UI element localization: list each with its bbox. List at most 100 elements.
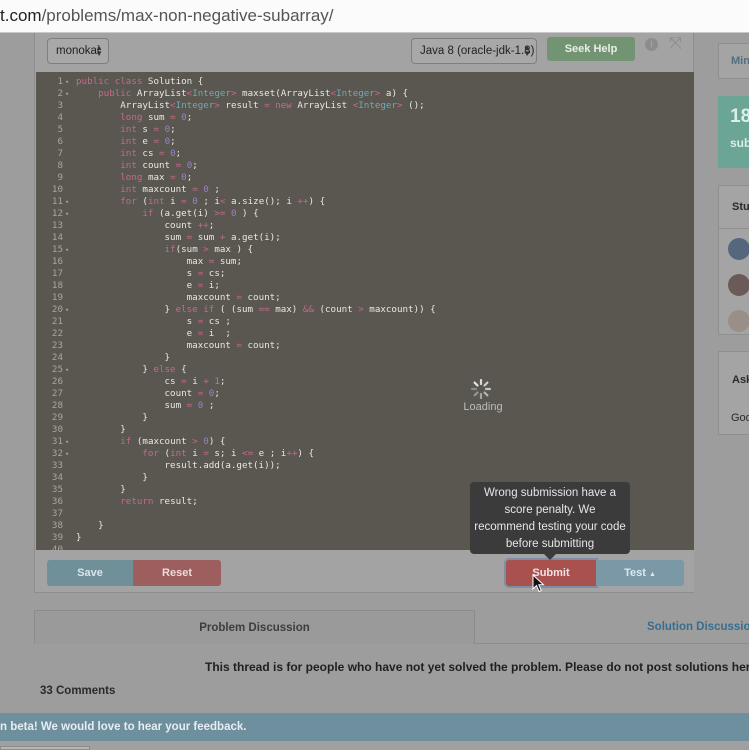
fold-arrow-icon[interactable]: ▾ (65, 196, 69, 208)
line-number: 15 (51, 244, 63, 255)
url-path: /problems/max-non-negative-subarray/ (41, 6, 334, 25)
line-number: 39 (51, 532, 63, 543)
code-text: int s = 0; (120, 124, 176, 135)
line-number: 9 (57, 172, 63, 183)
expand-icon[interactable]: ⤧ (669, 35, 682, 53)
code-line[interactable]: 31 ▾ if (maxcount > 0) { (36, 436, 694, 448)
code-editor[interactable]: 1 ▾ public class Solution {2 ▾ public Array… (36, 72, 694, 550)
line-number: 36 (51, 496, 63, 507)
info-icon[interactable]: i (645, 38, 658, 51)
fold-arrow-icon[interactable]: ▾ (65, 76, 69, 88)
submit-button[interactable]: Submit (506, 560, 596, 586)
code-line[interactable]: 12 ▾ if (a.get(i) >= 0 ) { (36, 208, 694, 220)
code-line[interactable]: 30 } (36, 424, 694, 436)
footer-input[interactable] (0, 746, 90, 750)
line-number: 14 (51, 232, 63, 243)
code-text: count = 0; (76, 388, 220, 399)
fold-arrow-icon[interactable]: ▾ (65, 88, 69, 100)
code-line[interactable]: 24 } (36, 352, 694, 364)
code-line[interactable]: 2 ▾ public ArrayList<Integer> maxset(Arra… (36, 88, 694, 100)
code-text: sum = 0 ; (76, 400, 215, 411)
line-number: 38 (51, 520, 63, 531)
code-text: } (76, 472, 148, 483)
language-select[interactable]: Java 8 (oracle-jdk-1.8) ▲ ▼ (411, 38, 537, 64)
code-line[interactable]: 26 cs = i + 1; (36, 376, 694, 388)
code-line[interactable]: 20 ▾ } else if ( (sum == max) && (count >… (36, 304, 694, 316)
code-line[interactable]: 5 int s = 0; (36, 124, 694, 136)
code-text: cs = i + 1; (76, 376, 226, 387)
reset-button[interactable]: Reset (133, 560, 221, 586)
code-line[interactable]: 33 result.add(a.get(i)); (36, 460, 694, 472)
line-number: 1 (57, 76, 63, 87)
code-text: max = sum; (76, 256, 242, 267)
code-text: e = i ; (76, 328, 231, 339)
code-line[interactable]: 32 ▾ for (int i = s; i <= e ; i++) { (36, 448, 694, 460)
beta-banner-text: n beta! We would love to hear your feedb… (0, 721, 247, 733)
code-line[interactable]: 22 e = i ; (36, 328, 694, 340)
code-line[interactable]: 18 e = i; (36, 280, 694, 292)
line-number: 26 (51, 376, 63, 387)
code-line[interactable]: 6 int e = 0; (36, 136, 694, 148)
browser-url-bar[interactable]: t.com/problems/max-non-negative-subarray… (0, 0, 749, 33)
sidebar-min-label: Min (731, 55, 749, 67)
code-text: public ArrayList<Integer> maxset(ArrayLi… (98, 88, 409, 99)
seek-help-button[interactable]: Seek Help (547, 37, 635, 61)
url-text[interactable]: t.com/problems/max-non-negative-subarray… (0, 6, 334, 26)
code-line[interactable]: 4 long sum = 0; (36, 112, 694, 124)
fold-arrow-icon[interactable]: ▾ (65, 436, 69, 448)
theme-select[interactable]: monokai ▲ ▼ (47, 38, 109, 64)
code-line[interactable]: 11 ▾ for (int i = 0 ; i< a.size(); i ++) … (36, 196, 694, 208)
line-number: 21 (51, 316, 63, 327)
code-line[interactable]: 29 } (36, 412, 694, 424)
fold-arrow-icon[interactable]: ▾ (65, 448, 69, 460)
beta-feedback-banner[interactable]: n beta! We would love to hear your feedb… (0, 713, 749, 741)
caret-up-icon: ▲ (648, 571, 656, 578)
code-line[interactable]: 10 int maxcount = 0 ; (36, 184, 694, 196)
code-line[interactable]: 25 ▾ } else { (36, 364, 694, 376)
card-divider (719, 228, 749, 229)
tab-problem-discussion[interactable]: Problem Discussion (34, 610, 475, 644)
sidebar-min-card[interactable]: Min (718, 43, 749, 79)
fold-arrow-icon[interactable]: ▾ (65, 208, 69, 220)
line-number: 37 (51, 508, 63, 519)
code-line[interactable]: 23 maxcount = count; (36, 340, 694, 352)
fold-arrow-icon[interactable]: ▾ (65, 304, 69, 316)
code-line[interactable]: 15 ▾ if(sum > max ) { (36, 244, 694, 256)
code-line[interactable]: 1 ▾ public class Solution { (36, 76, 694, 88)
code-text: int cs = 0; (120, 148, 182, 159)
code-text: long max = 0; (120, 172, 193, 183)
code-text: } else if ( (sum == max) && (count > max… (76, 304, 436, 315)
code-text: result.add(a.get(i)); (76, 460, 281, 471)
fold-arrow-icon[interactable]: ▾ (65, 244, 69, 256)
code-line[interactable]: 3 ArrayList<Integer> result = new ArrayL… (36, 100, 694, 112)
code-line[interactable]: 28 sum = 0 ; (36, 400, 694, 412)
sidebar-stat-card: 18 sub (718, 96, 749, 168)
code-line[interactable]: 13 count ++; (36, 220, 694, 232)
code-text: sum = sum + a.get(i); (76, 232, 281, 243)
code-line[interactable]: 17 s = cs; (36, 268, 694, 280)
line-number: 32 (51, 448, 63, 459)
code-line[interactable]: 16 max = sum; (36, 256, 694, 268)
line-number: 4 (57, 112, 63, 123)
line-number: 17 (51, 268, 63, 279)
line-number: 5 (57, 124, 63, 135)
code-line[interactable]: 8 int count = 0; (36, 160, 694, 172)
line-number: 12 (51, 208, 63, 219)
avatar[interactable] (728, 274, 749, 296)
code-line[interactable]: 7 int cs = 0; (36, 148, 694, 160)
code-text: s = cs; (76, 268, 226, 279)
code-line[interactable]: 27 count = 0; (36, 388, 694, 400)
test-button[interactable]: Test ▲ (596, 560, 684, 586)
code-line[interactable]: 14 sum = sum + a.get(i); (36, 232, 694, 244)
save-button[interactable]: Save (47, 560, 133, 586)
code-text: public class Solution { (76, 76, 204, 87)
fold-arrow-icon[interactable]: ▾ (65, 364, 69, 376)
avatar[interactable] (728, 238, 749, 260)
code-line[interactable]: 9 long max = 0; (36, 172, 694, 184)
code-line[interactable]: 21 s = cs ; (36, 316, 694, 328)
line-number: 29 (51, 412, 63, 423)
code-line[interactable]: 19 maxcount = count; (36, 292, 694, 304)
code-text: return result; (120, 496, 198, 507)
tab-solution-discussion[interactable]: Solution Discussion (475, 610, 749, 644)
avatar[interactable] (728, 310, 749, 332)
